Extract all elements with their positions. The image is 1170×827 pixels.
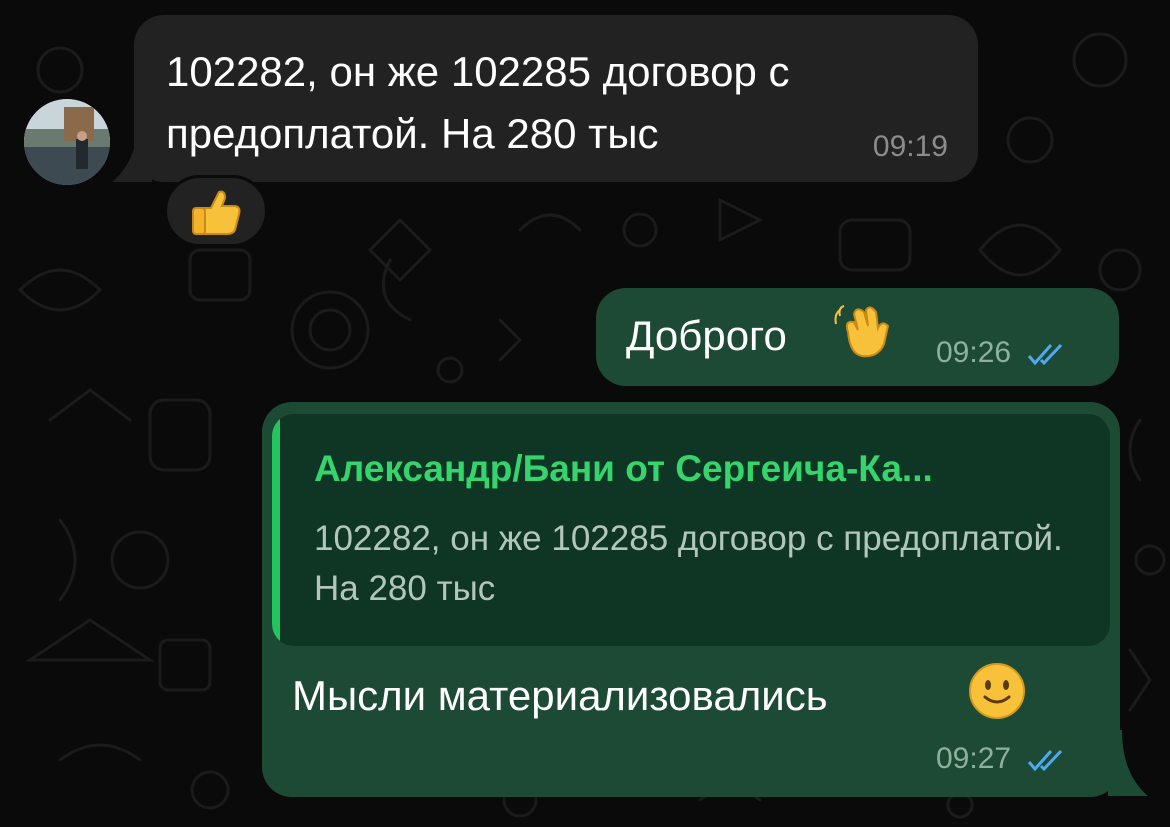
reply-quoted-text: 102282, он же 102285 договор с предоплат… [314, 519, 1063, 608]
thumbs-up-icon [192, 190, 241, 235]
contact-avatar[interactable] [24, 99, 110, 185]
outgoing-reply-message-bubble[interactable]: Александр/Бани от Сергеича-Ка... 102282,… [262, 402, 1120, 797]
message-text: Доброго [626, 312, 787, 359]
message-meta: 09:26 [936, 336, 1071, 370]
message-time: 09:19 [872, 130, 948, 163]
message-text: Мысли материализовались [292, 672, 828, 719]
avatar-photo-icon [24, 99, 110, 185]
message-time: 09:27 [936, 742, 1012, 775]
reply-sender-name: Александр/Бани от Сергеича-Ка... [314, 448, 933, 489]
message-time: 09:26 [936, 336, 1012, 369]
message-meta: 09:27 [936, 742, 1071, 776]
read-receipt-icon [1028, 344, 1063, 366]
reply-accent-bar [272, 414, 280, 646]
slightly-smiling-face-icon [969, 663, 1025, 719]
incoming-message-bubble[interactable]: 102282, он же 102285 договор с предоплат… [134, 15, 978, 182]
outgoing-message-bubble[interactable]: Доброго 09:26 [596, 288, 1119, 386]
reaction-badge[interactable] [164, 175, 268, 247]
waving-hand-icon [834, 305, 890, 358]
quoted-reply[interactable]: Александр/Бани от Сергеича-Ка... 102282,… [272, 414, 1110, 646]
chat-view: 102282, он же 102285 договор с предоплат… [0, 0, 1170, 827]
message-text: 102282, он же 102285 договор с предоплат… [166, 48, 790, 157]
read-receipt-icon [1028, 750, 1063, 772]
